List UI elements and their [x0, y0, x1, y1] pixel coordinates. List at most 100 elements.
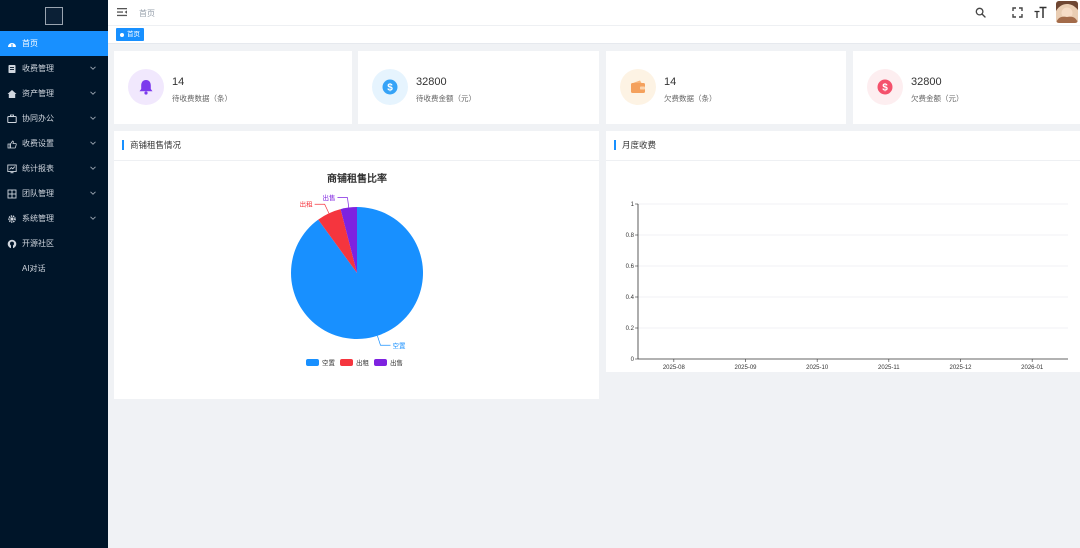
stat-card-arrears-count[interactable]: 14 欠费数据（条） — [606, 51, 846, 124]
pie-label: 出租 — [300, 200, 314, 209]
legend-swatch — [306, 359, 319, 366]
sidebar-item-label: 协同办公 — [22, 114, 54, 123]
legend-swatch — [374, 359, 387, 366]
y-tick-label: 0.4 — [626, 295, 635, 301]
broken-logo-image — [45, 6, 63, 25]
chart-title: 商铺租售比率 — [327, 172, 387, 185]
avatar-image — [1056, 1, 1078, 23]
legend-item[interactable]: 出售 — [374, 358, 403, 367]
line-chart: 0 0.2 0.4 0.6 0.8 1 2025-08 2025-09 2025-10 2025-… — [626, 202, 1068, 371]
x-tick-label: 2025-11 — [878, 365, 900, 371]
sidebar-item-6[interactable]: 团队管理 — [0, 181, 108, 206]
fullscreen-icon[interactable] — [1012, 7, 1023, 18]
sidebar-item-label: 首页 — [22, 39, 38, 48]
stat-icon-wrap — [620, 69, 656, 105]
sidebar-item-4[interactable]: 收费设置 — [0, 131, 108, 156]
legend-label: 出售 — [390, 358, 403, 367]
stat-icon-wrap: $ — [372, 69, 408, 105]
chevron-down-icon — [90, 66, 96, 70]
breadcrumb[interactable]: 首页 — [139, 8, 155, 19]
top-header: 首页 — [108, 0, 1080, 26]
pie-label: 空置 — [392, 341, 406, 350]
stat-card-pending-amount[interactable]: $ 32800 待收费金额（元） — [358, 51, 599, 124]
wallet-icon — [631, 80, 645, 93]
x-tick-label: 2025-09 — [734, 365, 757, 371]
y-tick-label: 0.2 — [626, 326, 635, 332]
avatar[interactable] — [1056, 1, 1078, 23]
chevron-down-icon — [90, 91, 96, 95]
stat-icon-wrap: $ — [867, 69, 903, 105]
stat-card-arrears-amount[interactable]: $ 32800 欠费金额（元） — [853, 51, 1080, 124]
sidebar-item-label: 开源社区 — [22, 239, 54, 248]
chevron-down-icon — [90, 141, 96, 145]
stat-label: 待收费金额（元） — [416, 94, 476, 103]
dashboard-icon — [6, 38, 17, 49]
dollar-circle-icon: $ — [877, 79, 893, 95]
tag-home[interactable]: 首页 — [116, 28, 144, 41]
stat-label: 欠费金额（元） — [911, 94, 964, 103]
sidebar-item-label: 团队管理 — [22, 189, 54, 198]
x-tick-label: 2025-12 — [949, 365, 972, 371]
sidebar-item-label: 资产管理 — [22, 89, 54, 98]
sidebar-item-0[interactable]: 首页 — [0, 31, 108, 56]
sidebar-item-label: 收费设置 — [22, 139, 54, 148]
chevron-down-icon — [90, 166, 96, 170]
panel-title: 商铺租售情况 — [122, 140, 181, 150]
chevron-down-icon — [90, 191, 96, 195]
sidebar-item-7[interactable]: 系统管理 — [0, 206, 108, 231]
sidebar-item-1[interactable]: 收费管理 — [0, 56, 108, 81]
sidebar-item-5[interactable]: 统计报表 — [0, 156, 108, 181]
sidebar-item-label: AI对话 — [22, 264, 46, 273]
chevron-down-icon — [90, 116, 96, 120]
sidebar-item-label: 统计报表 — [22, 164, 54, 173]
legend-item[interactable]: 出租 — [340, 358, 370, 367]
sidebar-menu: 首页收费管理资产管理协同办公收费设置统计报表团队管理系统管理开源社区 AI对话 — [0, 31, 108, 281]
sidebar-item-2[interactable]: 资产管理 — [0, 81, 108, 106]
y-tick-label: 1 — [631, 202, 635, 208]
tags-view: 首页 — [108, 26, 1080, 44]
tag-active-dot — [120, 32, 124, 37]
dollar-circle-icon: $ — [382, 79, 398, 95]
stat-label: 欠费数据（条） — [664, 94, 717, 103]
github-icon — [6, 238, 17, 249]
svg-text:$: $ — [387, 83, 393, 94]
stat-card-pending-count[interactable]: 14 待收费数据（条） — [114, 51, 352, 124]
legend-label: 空置 — [322, 358, 336, 367]
legend-item[interactable]: 空置 — [306, 358, 336, 367]
stat-value: 14 — [172, 76, 185, 88]
y-tick-label: 0 — [631, 357, 635, 363]
legend-label: 出租 — [356, 358, 370, 367]
stat-value: 32800 — [416, 76, 447, 88]
settings-hand-icon — [6, 138, 17, 149]
sidebar-item-label: 系统管理 — [22, 214, 54, 223]
stat-label: 待收费数据（条） — [172, 94, 232, 103]
legend-swatch — [340, 359, 353, 366]
gear-icon — [6, 213, 17, 224]
office-icon — [6, 113, 17, 124]
pie-leader-line — [314, 203, 330, 214]
search-icon[interactable] — [975, 7, 986, 18]
receipt-icon — [6, 63, 17, 74]
panel-title: 月度收费 — [614, 140, 656, 150]
font-size-icon[interactable] — [1034, 6, 1047, 19]
sidebar-item-9[interactable]: AI对话 — [0, 256, 108, 281]
pie-leader-line — [377, 335, 391, 346]
tag-label: 首页 — [127, 31, 140, 38]
pie-chart: 商铺租售比率 空置出租出售 空置 出租 出售 — [291, 172, 423, 367]
logo[interactable] — [0, 0, 108, 31]
pie-label: 出售 — [322, 193, 335, 202]
hamburger-icon[interactable] — [117, 7, 127, 17]
stat-icon-wrap — [128, 69, 164, 105]
sidebar-item-3[interactable]: 协同办公 — [0, 106, 108, 131]
monthly-fee-panel: 月度收费 0 0.2 0.4 0.6 0.8 1 2025-08 2025-09 2025-10… — [606, 131, 1080, 372]
stat-value: 32800 — [911, 76, 942, 88]
x-tick-label: 2026-01 — [1021, 365, 1044, 371]
bell-icon — [139, 80, 153, 95]
sidebar-item-8[interactable]: 开源社区 — [0, 231, 108, 256]
pie-leader-line — [337, 197, 350, 208]
x-tick-label: 2025-08 — [663, 365, 686, 371]
y-tick-label: 0.6 — [626, 264, 635, 270]
sidebar-item-label: 收费管理 — [22, 64, 54, 73]
sidebar: 首页收费管理资产管理协同办公收费设置统计报表团队管理系统管理开源社区 AI对话 — [0, 0, 108, 548]
home-icon — [6, 88, 17, 99]
